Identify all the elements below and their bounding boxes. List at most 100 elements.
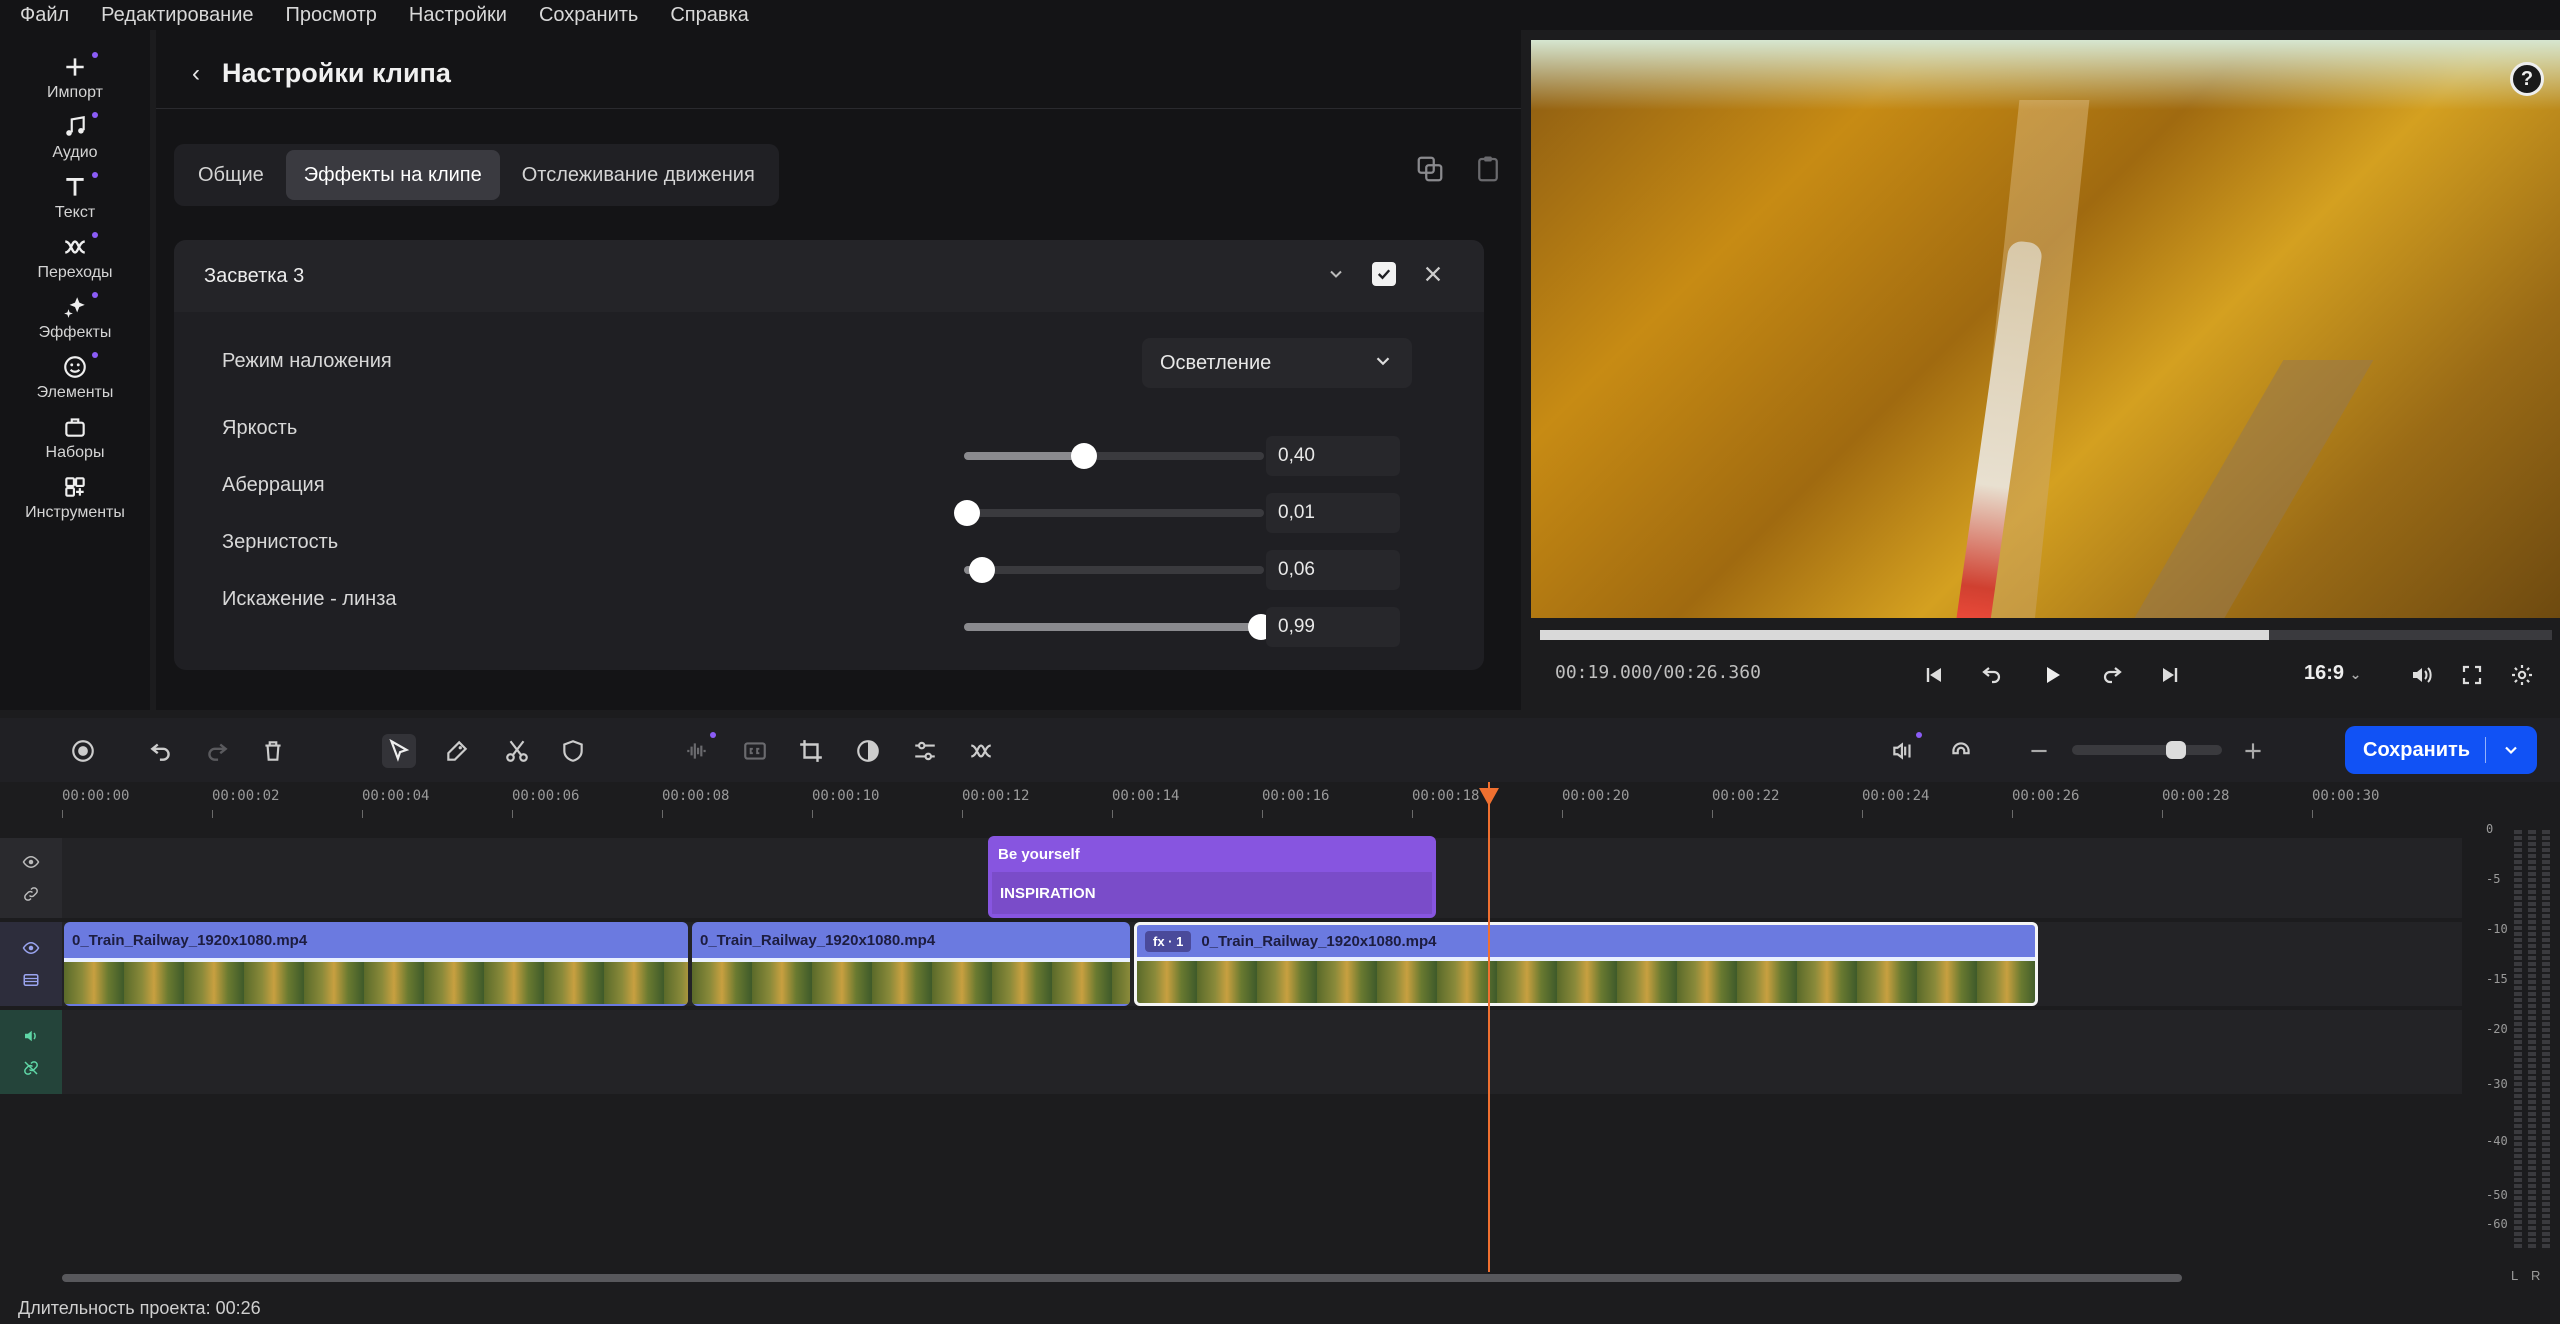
- brightness-value-field[interactable]: 0,40: [1266, 436, 1400, 476]
- sidebar-item-label: Элементы: [36, 384, 114, 401]
- project-duration: Длительность проекта: 00:26: [18, 1298, 261, 1318]
- lens-distortion-slider[interactable]: [964, 614, 1274, 640]
- fullscreen-icon[interactable]: [2457, 660, 2487, 690]
- rewind-icon[interactable]: [1977, 660, 2007, 690]
- lens-distortion-value-field[interactable]: 0,99: [1266, 607, 1400, 647]
- select-tool-icon[interactable]: [382, 734, 416, 768]
- effect-card: Засветка 3 Режим наложения Осветление Яр…: [174, 240, 1484, 670]
- sidebar-item-elements[interactable]: Элементы: [0, 352, 150, 410]
- tab-clip-effects[interactable]: Эффекты на клипе: [285, 150, 500, 200]
- film-icon[interactable]: [22, 971, 40, 989]
- menu-edit[interactable]: Редактирование: [101, 4, 253, 27]
- clip-settings-panel: ‹ Настройки клипа Общие Эффекты на клипе…: [156, 30, 1521, 710]
- menu-save[interactable]: Сохранить: [539, 4, 638, 27]
- unlink-icon[interactable]: [22, 1059, 40, 1077]
- play-icon[interactable]: [2037, 660, 2067, 690]
- help-icon[interactable]: ?: [2510, 62, 2544, 96]
- tab-motion-tracking[interactable]: Отслеживание движения: [504, 150, 773, 200]
- slider-knob[interactable]: [969, 557, 995, 583]
- effect-header[interactable]: Засветка 3: [174, 240, 1484, 312]
- skip-forward-icon[interactable]: [2155, 660, 2185, 690]
- trash-icon[interactable]: [256, 734, 290, 768]
- gear-icon[interactable]: [2507, 660, 2537, 690]
- sidebar-item-transitions[interactable]: Переходы: [0, 232, 150, 290]
- menu-view[interactable]: Просмотр: [286, 4, 377, 27]
- tab-bar: Общие Эффекты на клипе Отслеживание движ…: [174, 144, 779, 206]
- volume-icon[interactable]: [22, 1027, 40, 1045]
- fx-badge[interactable]: fx · 1: [1145, 930, 1192, 952]
- menu-help[interactable]: Справка: [670, 4, 748, 27]
- sidebar-item-label: Эффекты: [38, 324, 112, 341]
- aspect-ratio-select[interactable]: 16:9 ⌄: [2304, 662, 2361, 685]
- record-icon[interactable]: [66, 734, 100, 768]
- playhead-handle[interactable]: [1479, 788, 1499, 806]
- sidebar-item-label: Переходы: [37, 264, 113, 281]
- effect-enabled-checkbox[interactable]: [1372, 262, 1396, 286]
- sidebar-item-import[interactable]: Импорт: [0, 52, 150, 110]
- video-clip[interactable]: 0_Train_Railway_1920x1080.mp4: [692, 922, 1130, 1006]
- music-note-icon: [66, 115, 85, 136]
- sidebar-item-label: Аудио: [52, 144, 98, 161]
- slider-knob[interactable]: [954, 500, 980, 526]
- copy-icon[interactable]: [1415, 154, 1445, 184]
- sidebar-item-text[interactable]: Текст: [0, 172, 150, 230]
- clip-name: 0_Train_Railway_1920x1080.mp4: [1201, 932, 1437, 950]
- marker-tool-icon[interactable]: [440, 734, 474, 768]
- chevron-down-icon[interactable]: [2486, 740, 2536, 760]
- playhead[interactable]: [1488, 782, 1490, 1272]
- chevron-down-icon[interactable]: [1326, 264, 1346, 284]
- magnet-icon[interactable]: [1944, 734, 1978, 768]
- tab-general[interactable]: Общие: [180, 150, 282, 200]
- aberration-value-field[interactable]: 0,01: [1266, 493, 1400, 533]
- eye-icon[interactable]: [22, 853, 40, 871]
- grain-slider[interactable]: [964, 557, 1264, 583]
- shield-icon[interactable]: [556, 734, 590, 768]
- save-button[interactable]: Сохранить: [2345, 726, 2537, 774]
- horizontal-scrollbar[interactable]: [62, 1274, 2182, 1282]
- color-icon[interactable]: [851, 734, 885, 768]
- sidebar-item-tools[interactable]: Инструменты: [0, 472, 150, 530]
- redo-icon[interactable]: [200, 734, 234, 768]
- ruler-tick: 00:00:18: [1412, 788, 1480, 818]
- blend-mode-select[interactable]: Осветление: [1142, 338, 1412, 388]
- video-clip-selected[interactable]: fx · 1 0_Train_Railway_1920x1080.mp4: [1134, 922, 2038, 1006]
- aberration-slider[interactable]: [954, 500, 1264, 526]
- transition-tool-icon[interactable]: [964, 734, 998, 768]
- volume-icon[interactable]: [2406, 660, 2436, 690]
- eye-icon[interactable]: [22, 939, 40, 957]
- undo-icon[interactable]: [144, 734, 178, 768]
- crop-icon[interactable]: [794, 734, 828, 768]
- title-clip[interactable]: Be yourself INSPIRATION: [988, 836, 1436, 918]
- close-icon[interactable]: [1422, 263, 1444, 285]
- paste-icon[interactable]: [1473, 154, 1503, 184]
- playback-progress-bar[interactable]: [1540, 630, 2552, 640]
- sidebar-item-effects[interactable]: Эффекты: [0, 292, 150, 350]
- forward-icon[interactable]: [2097, 660, 2127, 690]
- track-controls: [0, 838, 62, 918]
- sidebar-item-audio[interactable]: Аудио: [0, 112, 150, 170]
- zoom-in-icon[interactable]: [2236, 734, 2270, 768]
- zoom-slider[interactable]: [2072, 745, 2222, 755]
- zoom-out-icon[interactable]: [2022, 734, 2056, 768]
- ruler-tick: 00:00:06: [512, 788, 580, 818]
- slider-knob[interactable]: [1071, 443, 1097, 469]
- sidebar-item-bundles[interactable]: Наборы: [0, 412, 150, 470]
- title-clip-line1: Be yourself: [998, 845, 1080, 863]
- menu-settings[interactable]: Настройки: [409, 4, 507, 27]
- menu-file[interactable]: Файл: [20, 4, 69, 27]
- grain-value-field[interactable]: 0,06: [1266, 550, 1400, 590]
- back-arrow-icon[interactable]: ‹: [192, 60, 200, 88]
- link-icon[interactable]: [22, 885, 40, 903]
- brightness-slider[interactable]: [964, 443, 1264, 469]
- video-clip[interactable]: 0_Train_Railway_1920x1080.mp4: [64, 922, 688, 1006]
- skip-back-icon[interactable]: [1919, 660, 1949, 690]
- time-ruler[interactable]: 00:00:00 00:00:02 00:00:04 00:00:06 00:00:08…: [0, 782, 2460, 822]
- waveform-icon[interactable]: [680, 732, 716, 768]
- captions-icon[interactable]: [738, 734, 772, 768]
- scissors-icon[interactable]: [500, 734, 534, 768]
- zoom-slider-knob[interactable]: [2166, 741, 2186, 759]
- meter-scale-label: -15: [2486, 972, 2508, 986]
- video-preview[interactable]: ?: [1531, 40, 2560, 618]
- adjust-icon[interactable]: [908, 734, 942, 768]
- audio-split-icon[interactable]: [1886, 732, 1922, 768]
